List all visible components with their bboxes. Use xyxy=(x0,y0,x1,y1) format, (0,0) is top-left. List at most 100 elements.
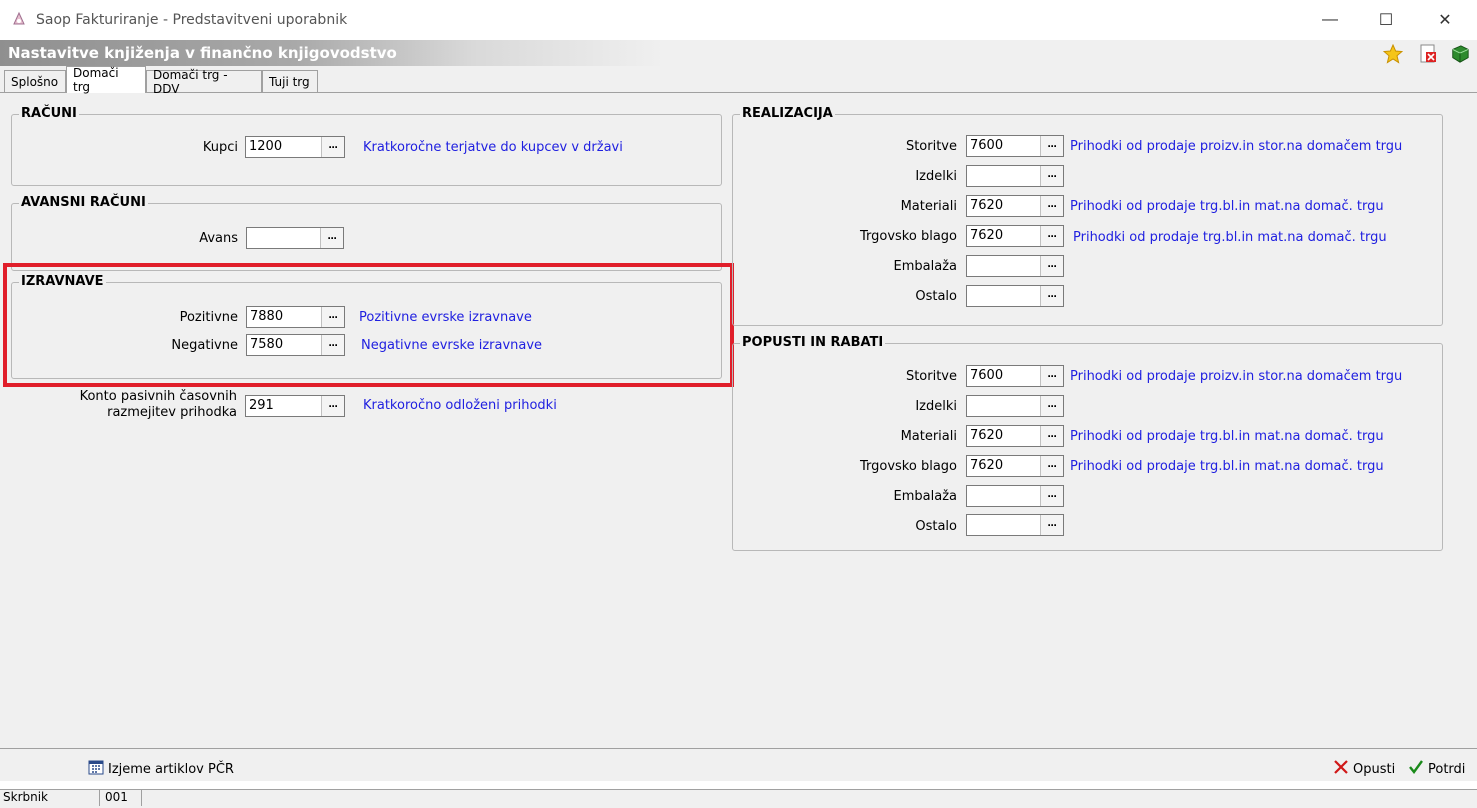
cancel-x-icon xyxy=(1333,759,1349,779)
real-storitve-lookup-button[interactable]: ··· xyxy=(1040,136,1063,156)
kupci-value[interactable]: 1200 xyxy=(246,137,321,157)
pop-materiali-lookup-button[interactable]: ··· xyxy=(1040,426,1063,446)
pop-trgovsko-field[interactable]: 7620 ··· xyxy=(966,455,1064,477)
status-code: 001 xyxy=(102,790,142,806)
avans-value[interactable] xyxy=(247,228,320,248)
opusti-button[interactable]: Opusti xyxy=(1333,758,1395,780)
real-ostalo-lookup-button[interactable]: ··· xyxy=(1040,286,1063,306)
real-storitve-value[interactable]: 7600 xyxy=(967,136,1040,156)
pasivne-value[interactable]: 291 xyxy=(246,396,321,416)
real-izdelki-lookup-button[interactable]: ··· xyxy=(1040,166,1063,186)
pop-materiali-label: Materiali xyxy=(900,429,957,444)
kupci-field[interactable]: 1200 ··· xyxy=(245,136,345,158)
status-user: Skrbnik xyxy=(0,790,100,806)
real-izdelki-field[interactable]: ··· xyxy=(966,165,1064,187)
real-ostalo-value[interactable] xyxy=(967,286,1040,306)
kupci-lookup-button[interactable]: ··· xyxy=(321,137,344,157)
pasivne-label-line1: Konto pasivnih časovnih xyxy=(79,389,237,404)
real-ostalo-field[interactable]: ··· xyxy=(966,285,1064,307)
tab-domaci-trg[interactable]: Domači trg xyxy=(66,66,146,94)
form-title: Nastavitve knjiženja v finančno knjigovo… xyxy=(8,44,397,62)
real-storitve-label: Storitve xyxy=(905,139,957,154)
pop-ostalo-field[interactable]: ··· xyxy=(966,514,1064,536)
avans-label: Avans xyxy=(199,231,238,246)
real-trgovsko-label: Trgovsko blago xyxy=(859,229,957,244)
checkmark-icon xyxy=(1408,759,1424,779)
pasivne-description: Kratkoročno odloženi prihodki xyxy=(363,398,557,413)
opusti-label: Opusti xyxy=(1353,761,1396,777)
pop-embalaza-field[interactable]: ··· xyxy=(966,485,1064,507)
pop-materiali-description: Prihodki od prodaje trg.bl.in mat.na dom… xyxy=(1070,429,1384,444)
pasivne-label: Konto pasivnih časovnih razmejitev priho… xyxy=(40,389,237,421)
real-storitve-field[interactable]: 7600 ··· xyxy=(966,135,1064,157)
pop-ostalo-lookup-button[interactable]: ··· xyxy=(1040,515,1063,535)
real-trgovsko-value[interactable]: 7620 xyxy=(967,226,1040,246)
window-title: Saop Fakturiranje - Predstavitveni upora… xyxy=(36,12,348,28)
real-trgovsko-description: Prihodki od prodaje trg.bl.in mat.na dom… xyxy=(1073,230,1387,245)
pasivne-field[interactable]: 291 ··· xyxy=(245,395,345,417)
pop-storitve-value[interactable]: 7600 xyxy=(967,366,1040,386)
real-storitve-description: Prihodki od prodaje proizv.in stor.na do… xyxy=(1070,139,1403,154)
pop-izdelki-label: Izdelki xyxy=(915,399,957,414)
kupci-label: Kupci xyxy=(202,140,238,155)
pasivne-lookup-button[interactable]: ··· xyxy=(321,396,344,416)
tab-tuji-trg[interactable]: Tuji trg xyxy=(262,70,318,92)
real-materiali-label: Materiali xyxy=(900,199,957,214)
pop-storitve-description: Prihodki od prodaje proizv.in stor.na do… xyxy=(1070,369,1403,384)
pop-izdelki-value[interactable] xyxy=(967,396,1040,416)
real-embalaza-label: Embalaža xyxy=(893,259,957,274)
avansni-title: AVANSNI RAČUNI xyxy=(19,195,148,210)
potrdi-label: Potrdi xyxy=(1428,761,1466,777)
pop-storitve-lookup-button[interactable]: ··· xyxy=(1040,366,1063,386)
kupci-description: Kratkoročne terjatve do kupcev v državi xyxy=(363,140,623,155)
pasivne-label-line2: razmejitev prihodka xyxy=(107,405,237,420)
real-materiali-description: Prihodki od prodaje trg.bl.in mat.na dom… xyxy=(1070,199,1384,214)
tab-domaci-trg-ddv[interactable]: Domači trg - DDV xyxy=(146,68,262,96)
pop-embalaza-lookup-button[interactable]: ··· xyxy=(1040,486,1063,506)
pop-trgovsko-value[interactable]: 7620 xyxy=(967,456,1040,476)
pop-materiali-value[interactable]: 7620 xyxy=(967,426,1040,446)
pop-trgovsko-lookup-button[interactable]: ··· xyxy=(1040,456,1063,476)
app-icon xyxy=(10,10,28,28)
popusti-title: POPUSTI IN RABATI xyxy=(740,335,886,350)
real-ostalo-label: Ostalo xyxy=(915,289,957,304)
maximize-button[interactable]: ☐ xyxy=(1363,6,1409,34)
bottom-separator xyxy=(0,748,1477,749)
highlight-frame xyxy=(3,263,734,387)
status-bar xyxy=(0,789,1477,808)
avans-lookup-button[interactable]: ··· xyxy=(320,228,343,248)
real-trgovsko-lookup-button[interactable]: ··· xyxy=(1040,226,1063,246)
book-icon[interactable] xyxy=(1450,44,1470,64)
tab-splosno[interactable]: Splošno xyxy=(4,70,66,92)
real-materiali-value[interactable]: 7620 xyxy=(967,196,1040,216)
minimize-button[interactable]: — xyxy=(1307,6,1353,34)
pop-embalaza-value[interactable] xyxy=(967,486,1040,506)
potrdi-button[interactable]: Potrdi xyxy=(1408,758,1465,780)
real-embalaza-lookup-button[interactable]: ··· xyxy=(1040,256,1063,276)
pop-izdelki-field[interactable]: ··· xyxy=(966,395,1064,417)
real-embalaza-field[interactable]: ··· xyxy=(966,255,1064,277)
pop-izdelki-lookup-button[interactable]: ··· xyxy=(1040,396,1063,416)
izjeme-button[interactable]: Izjeme artiklov PČR xyxy=(88,758,234,780)
star-icon[interactable] xyxy=(1383,44,1403,64)
racuni-title: RAČUNI xyxy=(19,106,79,121)
calendar-icon xyxy=(88,759,104,779)
pop-embalaza-label: Embalaža xyxy=(893,489,957,504)
close-window-button[interactable]: ✕ xyxy=(1422,6,1468,34)
pop-storitve-field[interactable]: 7600 ··· xyxy=(966,365,1064,387)
real-izdelki-value[interactable] xyxy=(967,166,1040,186)
avansni-group xyxy=(11,203,722,271)
real-izdelki-label: Izdelki xyxy=(915,169,957,184)
real-embalaza-value[interactable] xyxy=(967,256,1040,276)
pop-trgovsko-label: Trgovsko blago xyxy=(859,459,957,474)
real-materiali-field[interactable]: 7620 ··· xyxy=(966,195,1064,217)
pop-ostalo-label: Ostalo xyxy=(915,519,957,534)
pop-materiali-field[interactable]: 7620 ··· xyxy=(966,425,1064,447)
real-trgovsko-field[interactable]: 7620 ··· xyxy=(966,225,1064,247)
delete-icon[interactable] xyxy=(1418,44,1438,64)
pop-trgovsko-description: Prihodki od prodaje trg.bl.in mat.na dom… xyxy=(1070,459,1384,474)
real-materiali-lookup-button[interactable]: ··· xyxy=(1040,196,1063,216)
avans-field[interactable]: ··· xyxy=(246,227,344,249)
izjeme-label: Izjeme artiklov PČR xyxy=(108,761,234,777)
pop-ostalo-value[interactable] xyxy=(967,515,1040,535)
